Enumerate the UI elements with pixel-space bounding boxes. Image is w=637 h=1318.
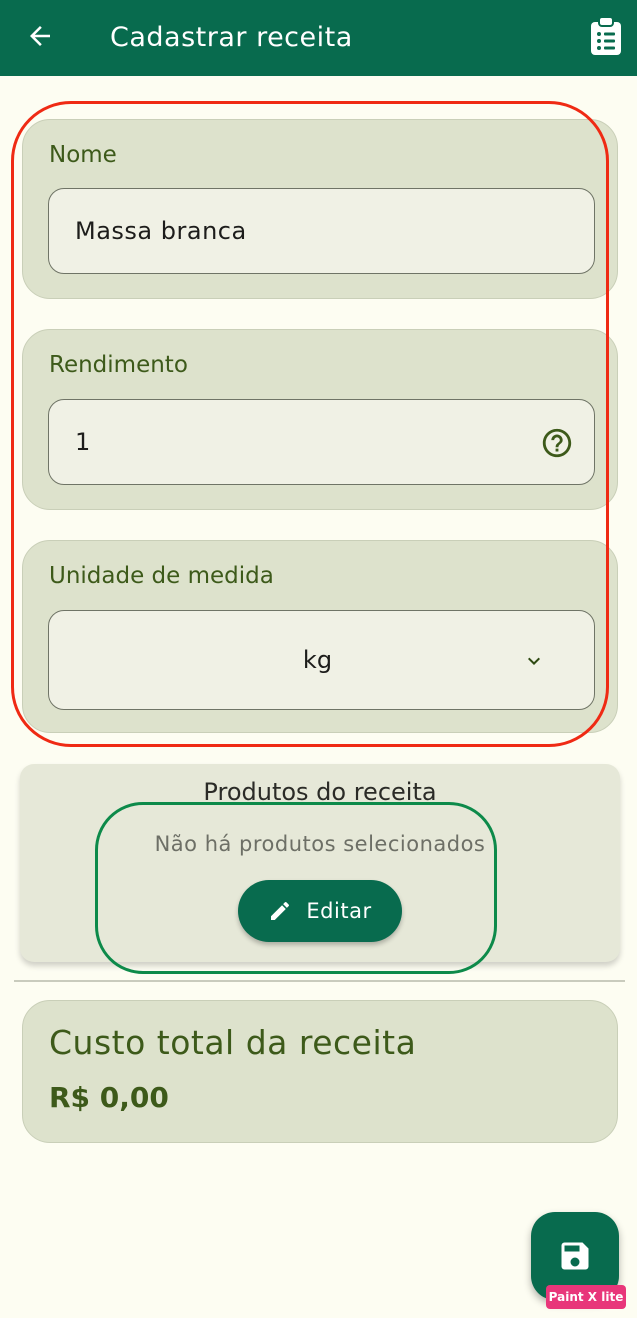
unit-card: Unidade de medida kg [22, 540, 618, 733]
cost-card: Custo total da receita R$ 0,00 [22, 1000, 618, 1143]
help-circle-icon[interactable] [540, 426, 574, 460]
cost-title: Custo total da receita [49, 1023, 417, 1062]
back-button[interactable] [20, 18, 60, 58]
page-title: Cadastrar receita [110, 22, 353, 53]
products-empty-message: Não há produtos selecionados [154, 832, 486, 856]
products-title: Produtos do receita [203, 778, 437, 806]
clipboard-list-icon [588, 16, 624, 60]
arrow-left-icon [25, 21, 55, 55]
clipboard-button[interactable] [585, 16, 627, 60]
unit-dropdown[interactable]: kg [48, 610, 595, 710]
divider [14, 980, 625, 982]
pencil-icon [268, 899, 292, 923]
unit-label: Unidade de medida [49, 563, 274, 589]
app-bar: Cadastrar receita [0, 0, 637, 76]
products-card: Produtos do receita Não há produtos sele… [20, 764, 620, 962]
name-label: Nome [49, 142, 117, 168]
name-card: Nome Massa branca [22, 119, 618, 299]
unit-value: kg [302, 646, 333, 674]
edit-products-button[interactable]: Editar [238, 880, 402, 942]
yield-field[interactable]: 1 [48, 399, 595, 485]
cost-value: R$ 0,00 [49, 1081, 169, 1114]
paint-watermark: Paint X lite [546, 1285, 626, 1309]
name-field[interactable]: Massa branca [48, 188, 595, 274]
yield-value: 1 [75, 428, 91, 456]
name-value: Massa branca [75, 217, 247, 245]
yield-label: Rendimento [49, 352, 188, 378]
chevron-down-icon [522, 649, 546, 673]
edit-label: Editar [306, 899, 372, 923]
save-icon [557, 1238, 593, 1274]
yield-card: Rendimento 1 [22, 329, 618, 510]
